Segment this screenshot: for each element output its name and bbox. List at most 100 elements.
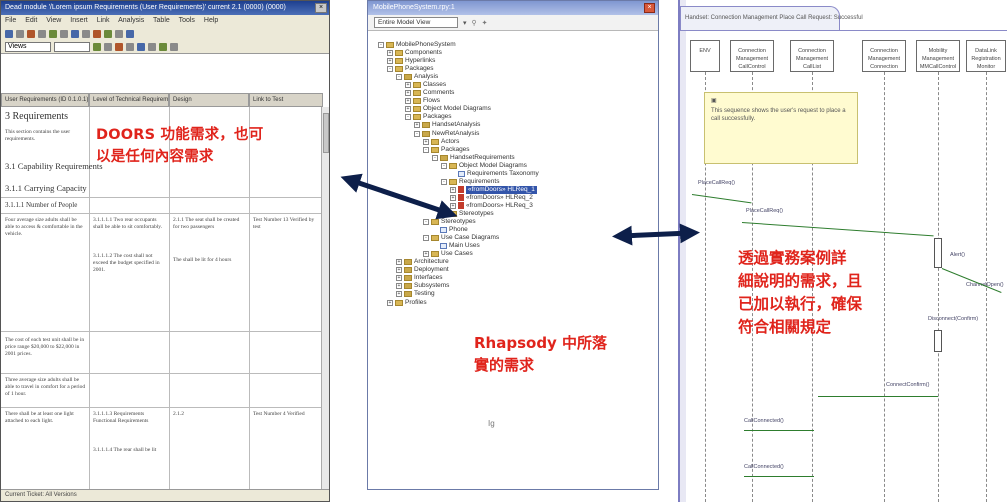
view-combo[interactable]: Views <box>5 41 51 52</box>
collapse-icon[interactable]: - <box>423 235 429 242</box>
tree-node[interactable]: - Packages <box>378 65 539 73</box>
lifeline-header[interactable]: Connection Management CallControl <box>730 40 774 72</box>
tree-node[interactable]: + «fromDoors» HLReq_3 <box>378 202 539 210</box>
tree-node[interactable]: + Components <box>378 49 539 57</box>
tree-node[interactable]: Phone <box>378 226 539 234</box>
collapse-icon[interactable]: - <box>405 114 411 121</box>
expand-icon[interactable]: + <box>450 202 456 209</box>
print-icon[interactable] <box>16 29 24 38</box>
collapse-icon[interactable]: - <box>387 66 393 73</box>
menu-item-tools[interactable]: Tools <box>179 17 195 24</box>
tree-node[interactable]: - Stereotypes <box>378 218 539 226</box>
collapse-icon[interactable]: - <box>432 154 438 161</box>
menu-item-link[interactable]: Link <box>97 17 110 24</box>
expand-icon[interactable]: + <box>405 90 411 97</box>
requirement-text[interactable]: There shall be at least one light attach… <box>5 411 87 425</box>
doors-menu-bar[interactable]: File Edit View Insert Link Analysis Tabl… <box>1 15 329 27</box>
copy-icon[interactable] <box>38 29 46 38</box>
doors-title-bar[interactable]: Dead module '/Lorem ipsum Requirements (… <box>1 1 329 15</box>
expand-icon[interactable]: + <box>396 267 402 274</box>
demote-icon[interactable] <box>170 42 178 51</box>
expand-icon[interactable]: + <box>396 275 402 282</box>
tree-node[interactable]: Main Uses <box>378 242 539 250</box>
tree-node[interactable]: + Testing <box>378 290 539 298</box>
tree-node[interactable]: - Packages <box>378 146 539 154</box>
tree-node[interactable]: + HandsetAnalysis <box>378 121 539 129</box>
message-arrow[interactable] <box>691 194 752 204</box>
expand-icon[interactable]: + <box>423 251 429 258</box>
expand-icon[interactable]: + <box>423 138 429 145</box>
expand-icon[interactable]: + <box>387 58 393 65</box>
expand-icon[interactable]: + <box>396 259 402 266</box>
tree-node[interactable]: + Stereotypes <box>378 210 539 218</box>
cut-icon[interactable] <box>27 29 35 38</box>
browse-icon[interactable]: ✦ <box>482 19 488 27</box>
tree-node[interactable]: + Subsystems <box>378 282 539 290</box>
tree-node[interactable]: + Hyperlinks <box>378 57 539 65</box>
collapse-icon[interactable]: - <box>441 162 447 169</box>
tree-node[interactable]: - Requirements <box>378 178 539 186</box>
menu-item-insert[interactable]: Insert <box>70 17 88 24</box>
paste-icon[interactable] <box>49 29 57 38</box>
collapse-icon[interactable]: - <box>441 178 447 185</box>
rhapsody-browser-window[interactable]: MobilePhoneSystem.rpy:1 × Entire Model V… <box>367 0 659 490</box>
column-header[interactable]: Link to Test <box>249 93 323 107</box>
tree-node[interactable]: + Classes <box>378 81 539 89</box>
menu-item-help[interactable]: Help <box>204 17 218 24</box>
message-arrow[interactable] <box>741 222 934 237</box>
collapse-icon[interactable]: - <box>423 219 429 226</box>
format-icon[interactable] <box>115 29 123 38</box>
level-combo[interactable] <box>54 41 90 52</box>
tree-node[interactable]: + Profiles <box>378 299 539 307</box>
doors-module-window[interactable]: Dead module '/Lorem ipsum Requirements (… <box>0 0 330 502</box>
tree-node[interactable]: + Deployment <box>378 266 539 274</box>
lifeline-header[interactable]: ENV <box>690 40 720 72</box>
collapse-icon[interactable]: - <box>423 146 429 153</box>
tree-node[interactable]: + Use Cases <box>378 250 539 258</box>
column-header[interactable]: User Requirements (ID 0.1.0.1) <box>1 93 89 107</box>
expand-icon[interactable]: + <box>405 98 411 105</box>
left-scroll-strip[interactable] <box>680 0 686 502</box>
tree-node[interactable]: - NewRetAnalysis <box>378 130 539 138</box>
diagram-note[interactable]: ▣ This sequence shows the user's request… <box>704 92 858 164</box>
save-icon[interactable] <box>5 29 13 38</box>
lifeline-header[interactable]: Mobility Management MMCallControl <box>916 40 960 72</box>
menu-item-file[interactable]: File <box>5 17 16 24</box>
promote-icon[interactable] <box>159 42 167 51</box>
tree-node[interactable]: - Object Model Diagrams <box>378 162 539 170</box>
tree-node[interactable]: + Actors <box>378 138 539 146</box>
close-icon[interactable]: × <box>644 3 655 13</box>
expand-icon[interactable]: + <box>441 211 447 217</box>
outline-icon[interactable] <box>126 42 134 51</box>
expand-icon[interactable]: + <box>387 299 393 306</box>
menu-item-view[interactable]: View <box>46 17 61 24</box>
filter-icon[interactable] <box>82 29 90 38</box>
test-link-text[interactable]: Test Number 13 Verified by test <box>253 217 319 231</box>
find-icon[interactable] <box>104 29 112 38</box>
tree-node[interactable]: + Object Model Diagrams <box>378 105 539 113</box>
lifeline-header[interactable]: Connection Management CallList <box>790 40 834 72</box>
menu-item-analysis[interactable]: Analysis <box>118 17 144 24</box>
sort-icon[interactable] <box>93 29 101 38</box>
tree-node[interactable]: + Flows <box>378 97 539 105</box>
tree-node[interactable]: - Packages <box>378 113 539 121</box>
italic-icon[interactable] <box>104 42 112 51</box>
link-icon[interactable] <box>71 29 79 38</box>
collapse-icon[interactable]: - <box>414 130 420 137</box>
rhapsody-title-bar[interactable]: MobilePhoneSystem.rpy:1 <box>368 1 658 15</box>
column-header[interactable]: Design <box>169 93 249 107</box>
model-browser-tree[interactable]: - MobilePhoneSystem + Components + Hyperlinks… <box>378 41 539 307</box>
collapse-icon[interactable]: - <box>396 74 402 81</box>
diagram-tab[interactable]: Handset: Connection Management Place Cal… <box>680 6 863 30</box>
tree-node[interactable]: + «fromDoors» HLReq_1 <box>378 185 539 194</box>
filter-icon[interactable]: ⚲ <box>472 19 477 27</box>
table-icon[interactable] <box>126 29 134 38</box>
bold-icon[interactable] <box>93 42 101 51</box>
chevron-down-icon[interactable]: ▾ <box>463 19 467 27</box>
expand-icon[interactable]: + <box>450 186 456 193</box>
tree-node[interactable]: Requirements Taxonomy <box>378 170 539 178</box>
delete-icon[interactable] <box>148 42 156 51</box>
message-arrow[interactable] <box>818 396 938 397</box>
tree-node[interactable]: - HandsetRequirements <box>378 154 539 162</box>
expand-icon[interactable]: + <box>405 106 411 113</box>
